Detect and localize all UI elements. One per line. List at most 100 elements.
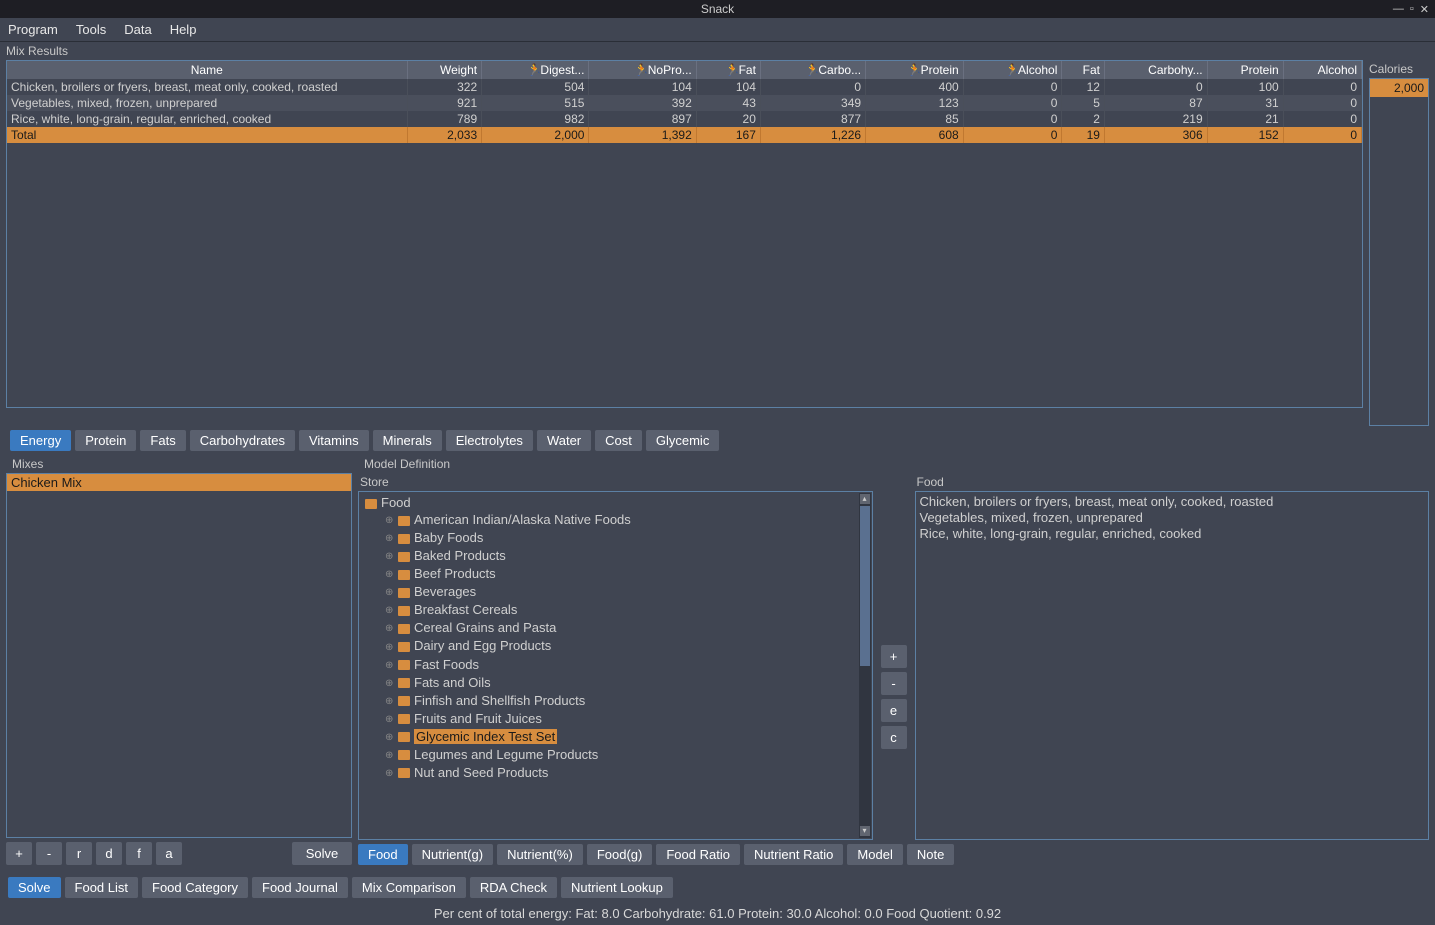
tree-item[interactable]: ⊕Glycemic Index Test Set — [361, 728, 858, 746]
tree-item[interactable]: ⊕Finfish and Shellfish Products — [361, 692, 858, 710]
tree-item[interactable]: ⊕Baby Foods — [361, 529, 858, 547]
tree-item[interactable]: ⊕Dairy and Egg Products — [361, 637, 858, 655]
table-row[interactable]: Vegetables, mixed, frozen, unprepared921… — [7, 95, 1362, 111]
table-row[interactable]: Rice, white, long-grain, regular, enrich… — [7, 111, 1362, 127]
tree-item[interactable]: ⊕Nut and Seed Products — [361, 764, 858, 782]
tree-item[interactable]: ⊕Fast Foods — [361, 656, 858, 674]
col-header[interactable]: 🏃 Fat — [696, 61, 760, 79]
mix-solve-button[interactable]: Solve — [292, 842, 352, 865]
tab-protein[interactable]: Protein — [75, 430, 136, 451]
tab-electrolytes[interactable]: Electrolytes — [446, 430, 533, 451]
main-tab[interactable]: Mix Comparison — [352, 877, 466, 898]
food-item[interactable]: Chicken, broilers or fryers, breast, mea… — [920, 494, 1425, 510]
expand-icon[interactable]: ⊕ — [385, 620, 395, 637]
mix-a-button[interactable]: a — [156, 842, 182, 865]
col-header[interactable]: 🏃 Protein — [866, 61, 964, 79]
scroll-up-icon[interactable]: ▴ — [860, 494, 870, 504]
food-item[interactable]: Vegetables, mixed, frozen, unprepared — [920, 510, 1425, 526]
col-header[interactable]: Alcohol — [1283, 61, 1361, 79]
tree-item[interactable]: ⊕Fats and Oils — [361, 674, 858, 692]
main-tab[interactable]: Solve — [8, 877, 61, 898]
menu-data[interactable]: Data — [124, 22, 151, 37]
model-tab[interactable]: Model — [847, 844, 902, 865]
expand-icon[interactable]: ⊕ — [385, 512, 395, 529]
mix-add-button[interactable]: + — [6, 842, 32, 865]
main-tab[interactable]: Nutrient Lookup — [561, 877, 673, 898]
tree-item[interactable]: ⊕Cereal Grains and Pasta — [361, 619, 858, 637]
model-tab[interactable]: Nutrient(%) — [497, 844, 583, 865]
food-item[interactable]: Rice, white, long-grain, regular, enrich… — [920, 526, 1425, 542]
col-header[interactable]: Weight — [407, 61, 482, 79]
col-header[interactable]: 🏃 Alcohol — [963, 61, 1062, 79]
expand-icon[interactable]: ⊕ — [385, 657, 395, 674]
mix-d-button[interactable]: d — [96, 842, 122, 865]
scroll-thumb[interactable] — [860, 506, 870, 666]
col-header[interactable]: Protein — [1207, 61, 1283, 79]
tab-vitamins[interactable]: Vitamins — [299, 430, 369, 451]
expand-icon[interactable]: ⊕ — [385, 693, 395, 710]
model-tab[interactable]: Nutrient(g) — [412, 844, 493, 865]
model-tab[interactable]: Food Ratio — [656, 844, 740, 865]
tab-energy[interactable]: Energy — [10, 430, 71, 451]
col-header[interactable]: Fat — [1062, 61, 1105, 79]
col-header[interactable]: 🏃 Carbo... — [760, 61, 865, 79]
main-tab[interactable]: Food Category — [142, 877, 248, 898]
expand-icon[interactable]: ⊕ — [385, 747, 395, 764]
tab-fats[interactable]: Fats — [140, 430, 185, 451]
tab-minerals[interactable]: Minerals — [373, 430, 442, 451]
scroll-down-icon[interactable]: ▾ — [860, 826, 870, 836]
col-header[interactable]: 🏃 NoPro... — [589, 61, 696, 79]
mix-f-button[interactable]: f — [126, 842, 152, 865]
tree-item[interactable]: ⊕Baked Products — [361, 547, 858, 565]
tab-cost[interactable]: Cost — [595, 430, 642, 451]
col-header[interactable]: Carbohy... — [1104, 61, 1207, 79]
expand-icon[interactable]: ⊕ — [385, 639, 395, 656]
model-e-button[interactable]: e — [881, 699, 907, 722]
model-tab[interactable]: Nutrient Ratio — [744, 844, 843, 865]
close-icon[interactable]: ✕ — [1420, 3, 1429, 16]
model-tab[interactable]: Food(g) — [587, 844, 653, 865]
tree-item[interactable]: ⊕Beverages — [361, 583, 858, 601]
model-tab[interactable]: Food — [358, 844, 408, 865]
main-tab[interactable]: RDA Check — [470, 877, 557, 898]
menu-program[interactable]: Program — [8, 22, 58, 37]
maximize-icon[interactable]: ▫ — [1410, 3, 1414, 16]
tree-item[interactable]: ⊕Fruits and Fruit Juices — [361, 710, 858, 728]
tree-item[interactable]: ⊕Breakfast Cereals — [361, 601, 858, 619]
model-c-button[interactable]: c — [881, 726, 907, 749]
tree-item[interactable]: ⊕Legumes and Legume Products — [361, 746, 858, 764]
expand-icon[interactable]: ⊕ — [385, 765, 395, 782]
mix-r-button[interactable]: r — [66, 842, 92, 865]
tab-glycemic[interactable]: Glycemic — [646, 430, 719, 451]
mix-item[interactable]: Chicken Mix — [7, 474, 351, 491]
table-row[interactable]: Chicken, broilers or fryers, breast, mea… — [7, 79, 1362, 95]
table-cell: 87 — [1104, 95, 1207, 111]
tree-root[interactable]: Food — [361, 494, 858, 511]
model-add-button[interactable]: + — [881, 645, 907, 668]
col-header[interactable]: Name — [7, 61, 407, 79]
minimize-icon[interactable]: — — [1393, 3, 1404, 16]
expand-icon[interactable]: ⊕ — [385, 584, 395, 601]
expand-icon[interactable]: ⊕ — [385, 729, 395, 746]
main-tab[interactable]: Food Journal — [252, 877, 348, 898]
expand-icon[interactable]: ⊕ — [385, 548, 395, 565]
mix-remove-button[interactable]: - — [36, 842, 62, 865]
tree-item[interactable]: ⊕Beef Products — [361, 565, 858, 583]
expand-icon[interactable]: ⊕ — [385, 675, 395, 692]
menu-help[interactable]: Help — [170, 22, 197, 37]
tab-water[interactable]: Water — [537, 430, 591, 451]
tab-carbohydrates[interactable]: Carbohydrates — [190, 430, 295, 451]
model-remove-button[interactable]: - — [881, 672, 907, 695]
model-tab[interactable]: Note — [907, 844, 954, 865]
expand-icon[interactable]: ⊕ — [385, 566, 395, 583]
menu-tools[interactable]: Tools — [76, 22, 106, 37]
expand-icon[interactable]: ⊕ — [385, 711, 395, 728]
expand-icon[interactable]: ⊕ — [385, 602, 395, 619]
store-scrollbar[interactable]: ▴ ▾ — [859, 493, 871, 838]
tree-item[interactable]: ⊕American Indian/Alaska Native Foods — [361, 511, 858, 529]
table-cell: 306 — [1104, 127, 1207, 143]
calories-value[interactable]: 2,000 — [1370, 79, 1428, 97]
main-tab[interactable]: Food List — [65, 877, 138, 898]
col-header[interactable]: 🏃 Digest... — [482, 61, 589, 79]
expand-icon[interactable]: ⊕ — [385, 530, 395, 547]
